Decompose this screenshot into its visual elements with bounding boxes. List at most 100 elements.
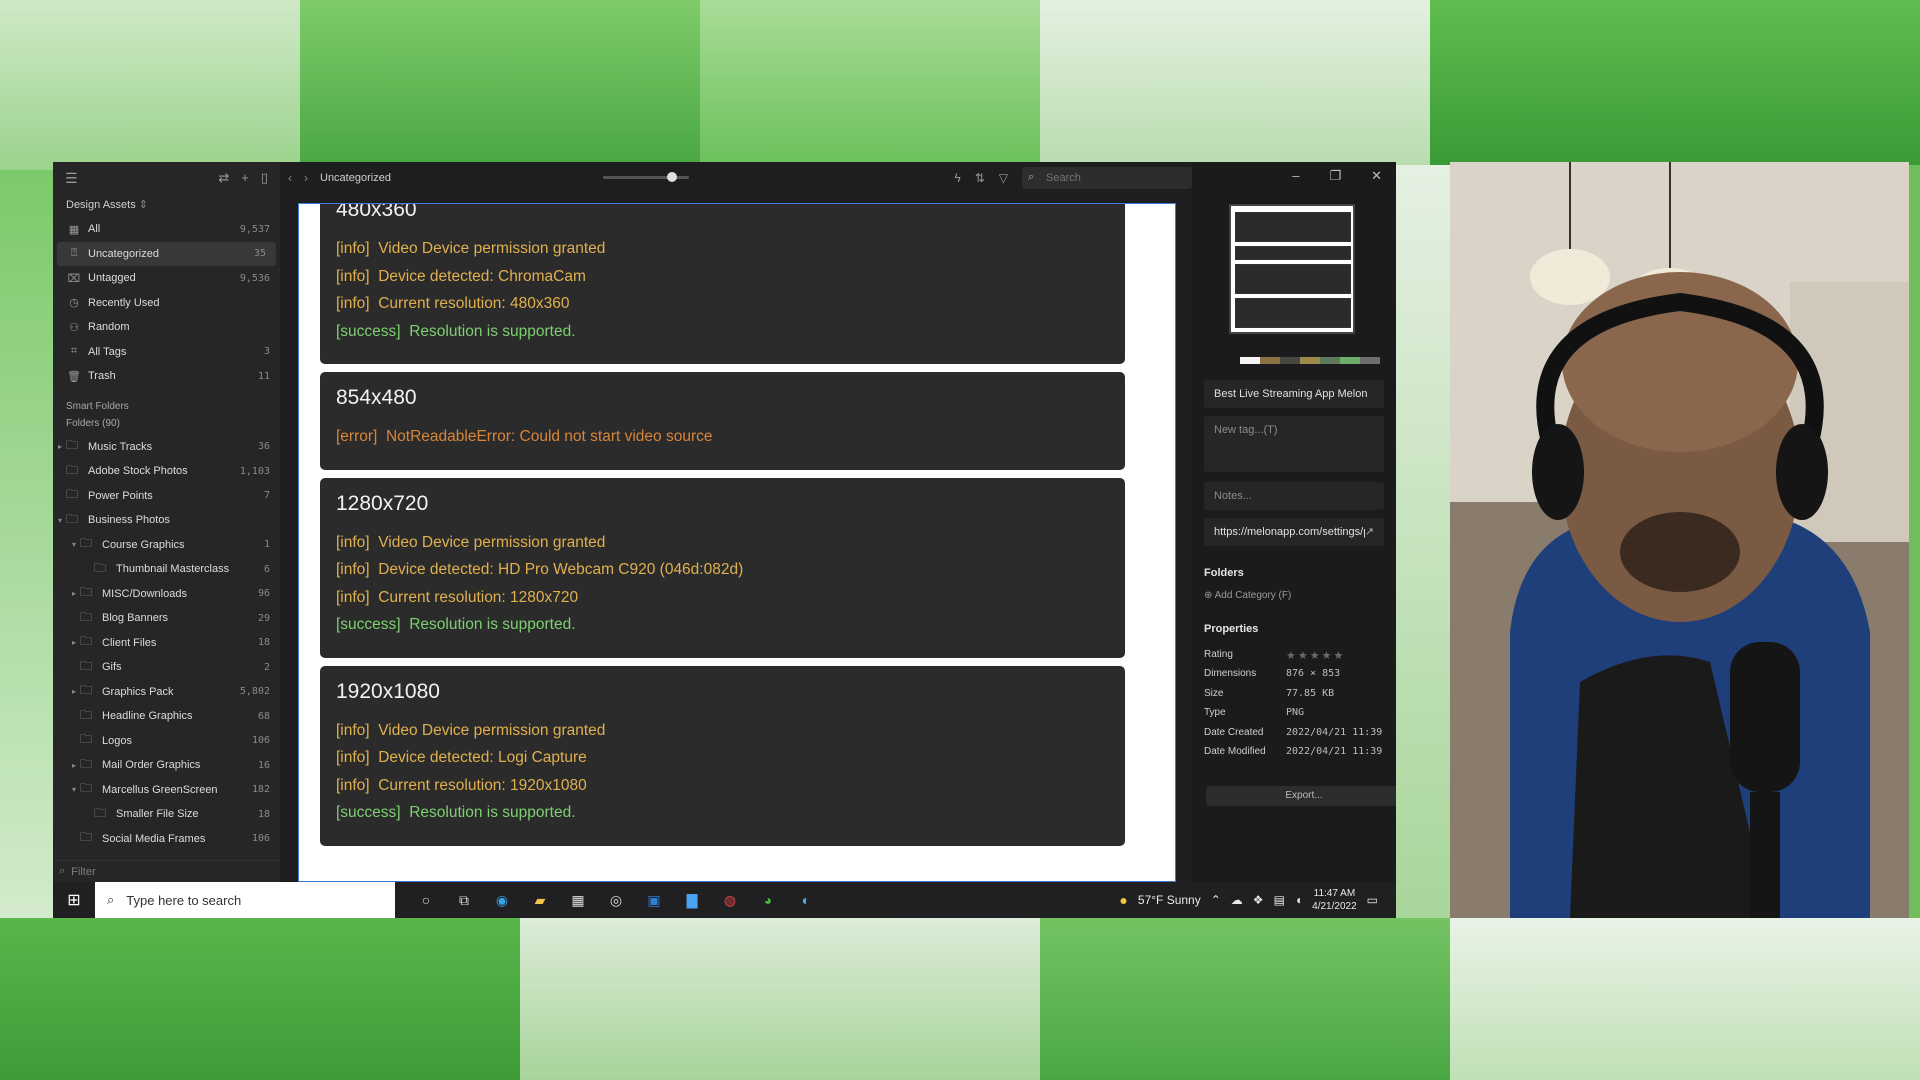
preview-canvas[interactable]: 480x360 [info] Video Device permission g… — [298, 203, 1176, 882]
chevron-right-icon[interactable]: ▸ — [68, 761, 80, 770]
melon-app-icon[interactable]: ◐ — [795, 889, 817, 911]
color-swatch[interactable] — [1260, 357, 1280, 364]
chevron-up-icon[interactable]: ⌃ — [1211, 893, 1221, 907]
minimize-icon[interactable]: – — [1292, 168, 1299, 184]
chevron-down-icon[interactable]: ▾ — [68, 540, 80, 549]
rating-stars[interactable]: ★★★★★ — [1286, 649, 1345, 662]
folder-item[interactable]: 🗀 Gifs 2 — [53, 655, 280, 680]
search-input[interactable] — [1022, 167, 1192, 189]
folder-item[interactable]: 🗀 Social Media Frames 106 — [53, 827, 280, 852]
sync-icon[interactable]: ⇄ — [218, 170, 229, 186]
export-button[interactable]: Export... — [1206, 786, 1396, 806]
zoom-slider-knob[interactable] — [667, 172, 677, 182]
sidebar-item-uncategorized[interactable]: ⍰ Uncategorized 35 — [57, 241, 276, 266]
chevron-right-icon[interactable]: ▸ — [68, 687, 80, 696]
cloud-icon[interactable]: ☁ — [1231, 893, 1243, 907]
folder-item[interactable]: ▾ 🗀 Course Graphics 1 — [53, 533, 280, 558]
source-url[interactable]: https://melonapp.com/settings/pr — [1214, 518, 1365, 546]
folder-item[interactable]: ▸ 🗀 Music Tracks 36 — [53, 435, 280, 460]
sidebar-item-trash[interactable]: 🗑 Trash 11 — [53, 364, 280, 389]
folder-item[interactable]: 🗀 Blog Banners 29 — [53, 606, 280, 631]
zoom-slider[interactable] — [603, 172, 689, 182]
asset-name-field[interactable]: Best Live Streaming App Melon — [1204, 380, 1384, 408]
color-swatch[interactable] — [1360, 357, 1380, 364]
chrome-icon[interactable]: ◕ — [757, 889, 779, 911]
task-view-icon[interactable]: ⧉ — [453, 889, 475, 911]
weather-text[interactable]: 57°F Sunny — [1138, 893, 1201, 907]
folder-item[interactable]: ▸ 🗀 Mail Order Graphics 16 — [53, 753, 280, 778]
add-category-button[interactable]: ⊕ Add Category (F) — [1204, 590, 1291, 601]
clock-time: 11:47 AM — [1313, 888, 1356, 899]
folder-item[interactable]: 🗀 Headline Graphics 68 — [53, 704, 280, 729]
notification-icon[interactable]: ▭ — [1367, 893, 1378, 907]
preview-thumbnail[interactable] — [1229, 204, 1355, 334]
sidebar-item-recently-used[interactable]: ◷ Recently Used — [53, 291, 280, 316]
color-swatch[interactable] — [1300, 357, 1320, 364]
folder-item[interactable]: ▾ 🗀 Business Photos — [53, 508, 280, 533]
dell-icon[interactable]: ◎ — [605, 889, 627, 911]
color-swatch[interactable] — [1280, 357, 1300, 364]
folder-item[interactable]: ▸ 🗀 Client Files 18 — [53, 631, 280, 656]
file-explorer-icon[interactable]: ▰ — [529, 889, 551, 911]
filter-input[interactable]: Filter — [71, 866, 95, 878]
filter-bar[interactable]: ⌕ Filter — [53, 860, 280, 882]
forward-icon[interactable]: › — [304, 171, 308, 185]
folder-item[interactable]: 🗀 Adobe Stock Photos 1,103 — [53, 459, 280, 484]
folder-item[interactable]: 🗀 Smaller File Size 18 — [53, 802, 280, 827]
close-icon[interactable]: ✕ — [1371, 168, 1382, 184]
cortana-icon[interactable]: ○ — [415, 889, 437, 911]
weather-icon[interactable]: ● — [1119, 892, 1127, 908]
chevron-right-icon[interactable]: ▸ — [68, 589, 80, 598]
chevron-right-icon[interactable]: ▸ — [54, 442, 66, 451]
external-link-icon[interactable]: ↗ — [1365, 518, 1374, 546]
dropbox-icon[interactable]: ❖ — [1253, 893, 1264, 907]
outlook-icon[interactable]: ▣ — [643, 889, 665, 911]
maximize-icon[interactable]: ❐ — [1329, 168, 1341, 184]
sort-icon[interactable]: ⇅ — [975, 171, 985, 185]
opera-icon[interactable]: ◍ — [719, 889, 741, 911]
back-icon[interactable]: ‹ — [288, 171, 292, 185]
folder-count: 36 — [257, 441, 270, 453]
star-icon[interactable]: ★ — [1310, 650, 1322, 662]
network-icon[interactable]: ▤ — [1274, 893, 1285, 907]
chevron-right-icon[interactable]: ▸ — [68, 638, 80, 647]
edge-icon[interactable]: ◉ — [491, 889, 513, 911]
layout-toggle-icon[interactable]: ▯ — [261, 170, 268, 186]
add-icon[interactable]: + — [241, 170, 249, 186]
smart-folders-heading[interactable]: Smart Folders — [53, 389, 280, 416]
sidebar-item-all[interactable]: ▦ All 9,537 — [53, 217, 280, 242]
folder-item[interactable]: ▸ 🗀 MISC/Downloads 96 — [53, 582, 280, 607]
folder-item[interactable]: ▾ 🗀 Marcellus GreenScreen 182 — [53, 778, 280, 803]
taskbar-search[interactable]: ⌕ Type here to search — [95, 882, 395, 918]
notes-input[interactable]: Notes... — [1204, 482, 1384, 510]
chevron-down-icon[interactable]: ▾ — [68, 785, 80, 794]
search-box[interactable]: ⌕ — [1022, 167, 1192, 189]
clock[interactable]: 11:47 AM 4/21/2022 — [1312, 887, 1357, 913]
sidebar-item-untagged[interactable]: ⌧ Untagged 9,536 — [53, 266, 280, 291]
folders-heading[interactable]: Folders (90) — [53, 416, 280, 435]
filter-icon[interactable]: ▽ — [999, 171, 1008, 185]
star-icon[interactable]: ★ — [1298, 650, 1310, 662]
folder-item[interactable]: 🗀 Thumbnail Masterclass 6 — [53, 557, 280, 582]
windows-start-icon[interactable]: ⊞ — [53, 882, 95, 918]
tag-input[interactable]: New tag...(T) — [1204, 416, 1384, 472]
app-icon[interactable]: ▇ — [681, 889, 703, 911]
menu-icon[interactable]: ☰ — [65, 170, 78, 187]
color-swatch[interactable] — [1340, 357, 1360, 364]
store-icon[interactable]: ▦ — [567, 889, 589, 911]
star-icon[interactable]: ★ — [1322, 650, 1334, 662]
folder-item[interactable]: 🗀 Power Points 7 — [53, 484, 280, 509]
lightning-icon[interactable]: ϟ — [954, 171, 960, 185]
sidebar-item-random[interactable]: ⚇ Random — [53, 315, 280, 340]
volume-icon[interactable]: ◖ — [1295, 893, 1302, 907]
library-switcher[interactable]: Design Assets ⇕ — [53, 194, 280, 217]
folder-item[interactable]: 🗀 Logos 106 — [53, 729, 280, 754]
chevron-down-icon[interactable]: ▾ — [54, 516, 66, 525]
sidebar-item-all-tags[interactable]: ⌗ All Tags 3 — [53, 340, 280, 365]
folder-item[interactable]: ▸ 🗀 Graphics Pack 5,802 — [53, 680, 280, 705]
url-field[interactable]: https://melonapp.com/settings/pr ↗ — [1204, 518, 1384, 546]
color-swatch[interactable] — [1240, 357, 1260, 364]
color-swatch[interactable] — [1320, 357, 1340, 364]
star-icon[interactable]: ★ — [1334, 650, 1346, 662]
star-icon[interactable]: ★ — [1286, 650, 1298, 662]
